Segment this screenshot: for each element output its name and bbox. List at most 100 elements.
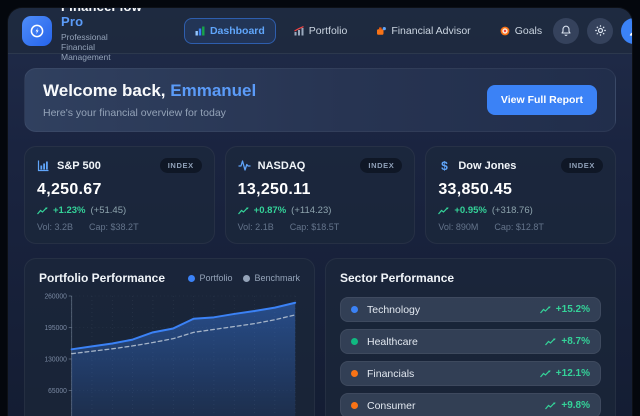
sector-performance-panel: Sector Performance Technology+15.2% Healt…	[325, 258, 616, 416]
index-badge: INDEX	[360, 158, 402, 173]
nav-label-goals: Goals	[515, 25, 542, 37]
legend-dot-benchmark	[243, 275, 250, 282]
sector-change-value: +12.1%	[556, 368, 590, 379]
index-change-abs: (+318.76)	[492, 205, 533, 216]
legend-item-portfolio[interactable]: Portfolio	[188, 273, 232, 283]
bar-chart-icon	[195, 26, 205, 36]
trend-up-icon	[37, 207, 48, 215]
welcome-title: Welcome back, Emmanuel	[43, 81, 256, 101]
view-full-report-button[interactable]: View Full Report	[487, 85, 597, 115]
index-change-pct: +0.87%	[254, 205, 287, 216]
portfolio-performance-panel: Portfolio Performance Portfolio Benchmar…	[24, 258, 315, 416]
index-change: +1.23% (+51.45)	[37, 205, 202, 216]
index-card-sp500[interactable]: S&P 500 INDEX 4,250.67 +1.23% (+51.45) V…	[24, 146, 215, 244]
sector-change: +9.8%	[545, 400, 590, 411]
index-change-abs: (+114.23)	[291, 205, 331, 216]
advisor-icon	[376, 26, 386, 36]
legend-label-portfolio: Portfolio	[199, 273, 232, 283]
brand-block: FinanceFlow Pro Professional Financial M…	[61, 8, 142, 62]
sector-panel-title: Sector Performance	[340, 271, 601, 285]
index-value: 13,250.11	[238, 181, 403, 199]
sector-row[interactable]: Consumer +9.8%	[340, 393, 601, 416]
nav-label-portfolio: Portfolio	[309, 25, 348, 37]
svg-text:130000: 130000	[44, 356, 67, 363]
sector-dot-icon	[351, 306, 358, 313]
index-cap: Cap: $38.2T	[89, 222, 139, 232]
sector-change-value: +8.7%	[561, 336, 590, 347]
sector-name: Technology	[367, 304, 540, 316]
welcome-text: Welcome back, Emmanuel Here's your finan…	[43, 81, 256, 119]
sector-change-value: +9.8%	[561, 400, 590, 411]
app-logo[interactable]	[22, 16, 52, 46]
main-nav: Dashboard Portfolio Financial Advisor	[184, 18, 553, 44]
sector-row[interactable]: Financials+12.1%	[340, 361, 601, 386]
nav-item-portfolio[interactable]: Portfolio	[283, 18, 359, 44]
welcome-title-prefix: Welcome back,	[43, 81, 166, 100]
trend-up-icon	[540, 370, 551, 378]
portfolio-chart-title: Portfolio Performance	[39, 271, 165, 285]
nav-item-goals[interactable]: Goals	[489, 18, 553, 44]
trend-up-icon	[545, 338, 556, 346]
welcome-user-name: Emmanuel	[170, 81, 256, 100]
brand-name-suffix: Pro	[61, 14, 83, 29]
trend-up-icon	[238, 207, 249, 215]
index-value: 33,850.45	[438, 181, 603, 199]
trend-up-icon	[540, 306, 551, 314]
nav-item-dashboard[interactable]: Dashboard	[184, 18, 276, 44]
sector-dot-icon	[351, 402, 358, 409]
bell-icon	[560, 25, 572, 37]
index-volume: Vol: 3.2B	[37, 222, 73, 232]
index-meta: Vol: 2.1B Cap: $18.5T	[238, 222, 403, 232]
index-badge: INDEX	[561, 158, 603, 173]
app-logo-icon	[29, 23, 45, 39]
index-name: S&P 500	[57, 160, 101, 172]
navbar-actions	[553, 18, 632, 44]
gear-icon	[594, 24, 607, 37]
svg-text:195000: 195000	[44, 325, 67, 332]
portfolio-line-chart[interactable]: 065000130000195000260000JanFebMarAprMayJ…	[39, 290, 300, 416]
trend-up-icon	[438, 207, 449, 215]
sector-rows: Technology+15.2% Healthcare +8.7% Financial…	[340, 297, 601, 416]
bottom-panels: Portfolio Performance Portfolio Benchmar…	[24, 258, 616, 416]
index-volume: Vol: 890M	[438, 222, 478, 232]
chart-up-icon	[294, 26, 304, 36]
legend-item-benchmark[interactable]: Benchmark	[243, 273, 300, 283]
chart-legend: Portfolio Benchmark	[188, 273, 300, 283]
dashboard-content: Welcome back, Emmanuel Here's your finan…	[8, 54, 632, 416]
sector-change: +12.1%	[540, 368, 590, 379]
sector-row[interactable]: Healthcare +8.7%	[340, 329, 601, 354]
settings-button[interactable]	[587, 18, 613, 44]
brand-name: FinanceFlow Pro	[61, 8, 142, 29]
sector-dot-icon	[351, 338, 358, 345]
index-card-nasdaq[interactable]: NASDAQ INDEX 13,250.11 +0.87% (+114.23) …	[225, 146, 416, 244]
index-meta: Vol: 3.2B Cap: $38.2T	[37, 222, 202, 232]
user-avatar-button[interactable]	[621, 18, 632, 44]
index-change: +0.95% (+318.76)	[438, 205, 603, 216]
index-card-dowjones[interactable]: $ Dow Jones INDEX 33,850.45 +0.95% (+318…	[425, 146, 616, 244]
line-chart-svg: 065000130000195000260000JanFebMarAprMayJ…	[39, 290, 300, 416]
dollar-icon: $	[438, 159, 451, 172]
nav-label-financial-advisor: Financial Advisor	[391, 25, 470, 37]
market-index-cards: S&P 500 INDEX 4,250.67 +1.23% (+51.45) V…	[24, 146, 616, 244]
nav-label-dashboard: Dashboard	[210, 25, 265, 37]
notifications-button[interactable]	[553, 18, 579, 44]
index-cap: Cap: $18.5T	[290, 222, 340, 232]
svg-text:$: $	[442, 159, 449, 172]
sector-name: Healthcare	[367, 336, 545, 348]
index-change-abs: (+51.45)	[91, 205, 127, 216]
sector-row[interactable]: Technology+15.2%	[340, 297, 601, 322]
bar-chart-icon	[37, 159, 50, 172]
index-meta: Vol: 890M Cap: $12.8T	[438, 222, 603, 232]
trend-up-icon	[545, 402, 556, 410]
nav-item-financial-advisor[interactable]: Financial Advisor	[365, 18, 481, 44]
svg-text:65000: 65000	[48, 388, 67, 395]
target-icon	[500, 26, 510, 36]
welcome-subtitle: Here's your financial overview for today	[43, 107, 256, 119]
sector-change: +8.7%	[545, 336, 590, 347]
index-change-pct: +0.95%	[454, 205, 487, 216]
index-name: NASDAQ	[258, 160, 306, 172]
welcome-banner: Welcome back, Emmanuel Here's your finan…	[24, 68, 616, 132]
sector-name: Consumer	[367, 400, 545, 412]
app-window: FinanceFlow Pro Professional Financial M…	[8, 8, 632, 416]
legend-label-benchmark: Benchmark	[254, 273, 300, 283]
